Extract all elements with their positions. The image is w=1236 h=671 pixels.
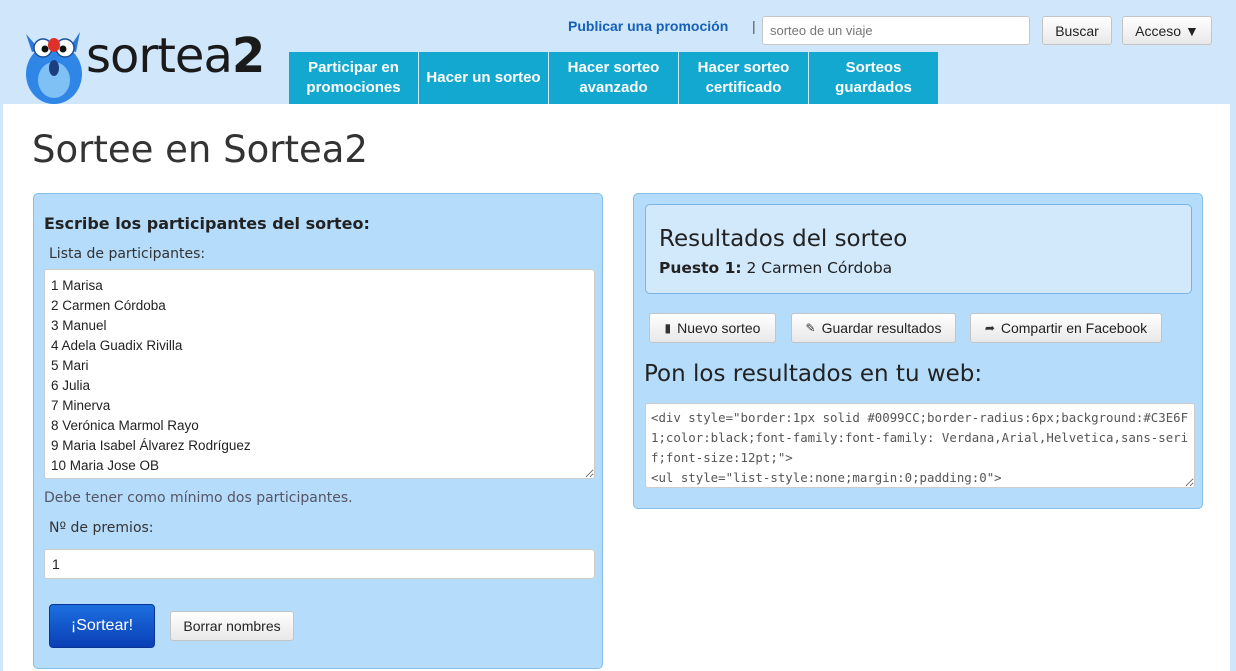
- logo-word: sortea: [86, 28, 233, 84]
- embed-title: Pon los resultados en tu web:: [644, 361, 983, 387]
- access-dropdown-button[interactable]: Acceso ▼: [1122, 16, 1212, 45]
- prizes-label: Nº de premios:: [49, 520, 154, 536]
- participants-heading: Escribe los participantes del sorteo:: [44, 214, 370, 233]
- search-input[interactable]: [762, 16, 1030, 45]
- result-position-label: Puesto 1:: [659, 259, 742, 277]
- nav-sorteos-guardados[interactable]: Sorteos guardados: [809, 52, 939, 104]
- share-arrow-icon: ➦: [984, 321, 995, 335]
- draw-button[interactable]: ¡Sortear!: [49, 604, 155, 648]
- site-logo-text[interactable]: sortea2: [86, 28, 265, 84]
- participants-list-label: Lista de participantes:: [49, 246, 206, 262]
- clear-names-button[interactable]: Borrar nombres: [170, 611, 294, 641]
- publish-promotion-link[interactable]: Publicar una promoción: [568, 18, 728, 34]
- search-button[interactable]: Buscar: [1042, 16, 1112, 45]
- save-results-label: Guardar resultados: [821, 320, 942, 336]
- participant-line: 5 Mari: [51, 358, 89, 373]
- logo-number: 2: [231, 28, 265, 84]
- edit-icon: ✎: [805, 321, 816, 335]
- participant-line: 4 Adela Guadix Rivilla: [51, 338, 183, 353]
- participant-line: 8 Verónica Marmol Rayo: [51, 418, 199, 433]
- site-header: sortea2 Publicar una promoción | Buscar …: [0, 0, 1236, 104]
- embed-code-textarea[interactable]: <div style="border:1px solid #0099CC;bor…: [645, 403, 1195, 488]
- participant-line: 3 Manuel: [51, 318, 107, 333]
- prizes-input[interactable]: 1: [44, 549, 595, 579]
- nav-sorteo-certificado[interactable]: Hacer sorteo certificado: [679, 52, 809, 104]
- document-icon: ▮: [664, 321, 672, 335]
- new-draw-button[interactable]: ▮ Nuevo sorteo: [649, 313, 776, 343]
- share-facebook-label: Compartir en Facebook: [1000, 320, 1148, 336]
- result-winner: 2 Carmen Córdoba: [746, 259, 893, 277]
- main-nav: Participar en promociones Hacer un sorte…: [289, 52, 939, 104]
- nav-sorteo-avanzado[interactable]: Hacer sorteo avanzado: [549, 52, 679, 104]
- participant-line: 9 Maria Isabel Álvarez Rodríguez: [51, 438, 251, 453]
- participant-line: 2 Carmen Córdoba: [51, 298, 166, 313]
- participant-line: 7 Minerva: [51, 398, 111, 413]
- participant-line: 6 Julia: [51, 378, 91, 393]
- page-title: Sortee en Sortea2: [32, 128, 368, 171]
- nav-participar[interactable]: Participar en promociones: [289, 52, 419, 104]
- nav-hacer-sorteo[interactable]: Hacer un sorteo: [419, 52, 549, 104]
- min-participants-hint: Debe tener como mínimo dos participantes…: [44, 490, 353, 506]
- new-draw-label: Nuevo sorteo: [677, 320, 761, 336]
- header-separator: |: [752, 18, 756, 34]
- result-entry: Puesto 1: 2 Carmen Córdoba: [659, 259, 892, 277]
- participants-textarea[interactable]: 1 Marisa 2 Carmen Córdoba 3 Manuel 4 Ade…: [44, 269, 595, 479]
- share-facebook-button[interactable]: ➦ Compartir en Facebook: [970, 313, 1162, 343]
- save-results-button[interactable]: ✎ Guardar resultados: [791, 313, 956, 343]
- participant-line: 10 Maria Jose OB: [51, 458, 160, 473]
- participant-line: 1 Marisa: [51, 278, 103, 293]
- results-title: Resultados del sorteo: [659, 226, 908, 252]
